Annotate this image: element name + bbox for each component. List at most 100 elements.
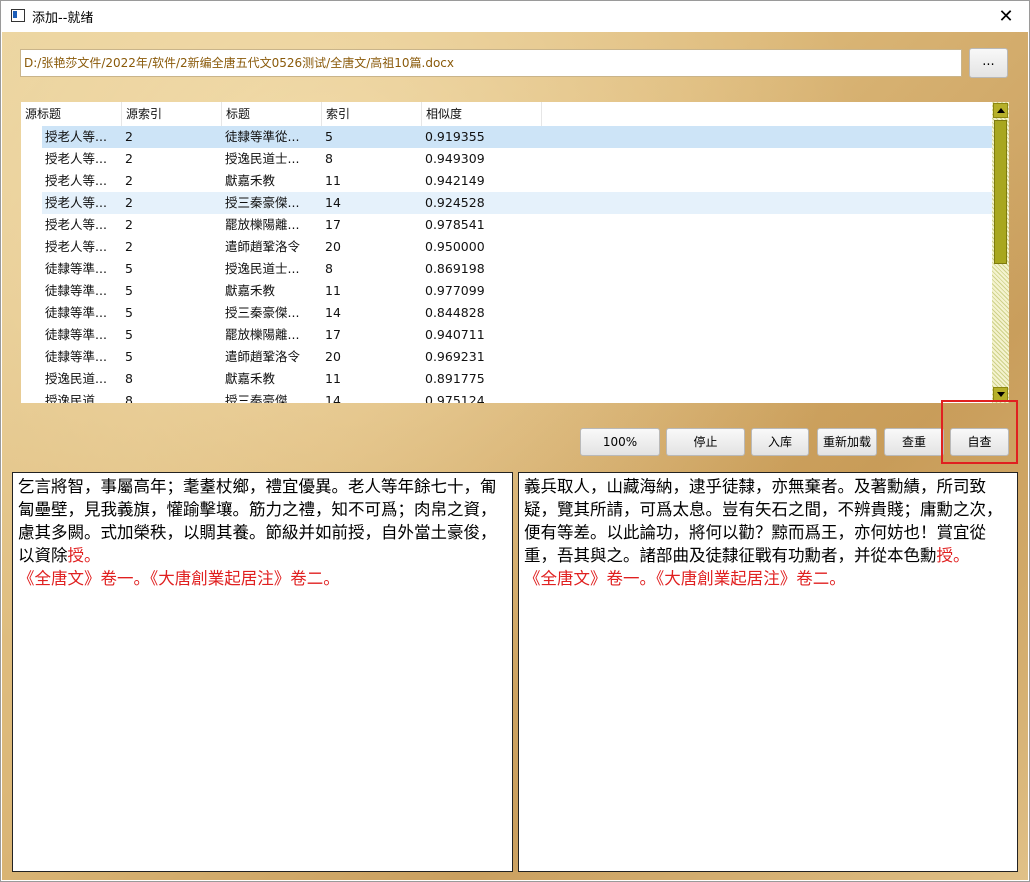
- table-row[interactable]: 徒隸等準... 5 罷放櫟陽離... 17 0.940711: [21, 324, 992, 346]
- file-path-field[interactable]: D:/张艳莎文件/2022年/软件/2新编全唐五代文0526测试/全唐文/高祖1…: [20, 49, 962, 77]
- table-cell: 徒隸等準...: [45, 327, 107, 342]
- table-cell: 授逸民道...: [45, 393, 107, 403]
- table-cell: 20: [325, 349, 341, 364]
- app-icon: [11, 9, 25, 22]
- window-title: 添加--就绪: [32, 11, 94, 26]
- table-cell: 0.969231: [425, 349, 485, 364]
- main-window: 添加--就绪 ✕ D:/张艳莎文件/2022年/软件/2新编全唐五代文0526测…: [0, 0, 1030, 882]
- table-cell: 0.978541: [425, 217, 485, 232]
- table-cell: 0.940711: [425, 327, 485, 342]
- table-row[interactable]: 徒隸等準... 5 授三秦豪傑... 14 0.844828: [21, 302, 992, 324]
- table-cell: 0.949309: [425, 151, 485, 166]
- table-cell: 5: [125, 261, 133, 276]
- table-row[interactable]: 授逸民道... 8 獻嘉禾教 11 0.891775: [21, 368, 992, 390]
- column-header-source-index[interactable]: 源索引: [122, 102, 222, 126]
- self-check-button[interactable]: 自查: [950, 428, 1009, 456]
- table-cell: 14: [325, 393, 341, 403]
- table-cell: 0.869198: [425, 261, 485, 276]
- reload-button[interactable]: 重新加载: [817, 428, 877, 456]
- right-body-text: 義兵取人，山藏海納，逮乎徒隸，亦無棄者。及著勳績，所司致疑，覽其所請，可爲太息。…: [524, 477, 1003, 565]
- result-grid: 源标题 源索引 标题 索引 相似度 授老人等... 2 徒隸等準從... 5 0.919…: [21, 102, 1009, 403]
- table-cell: 獻嘉禾教: [225, 371, 276, 386]
- table-row[interactable]: 授老人等... 2 授逸民道士... 8 0.949309: [21, 148, 992, 170]
- import-button[interactable]: 入库: [751, 428, 809, 456]
- column-header-similarity[interactable]: 相似度: [422, 102, 542, 126]
- scroll-up-icon[interactable]: [993, 103, 1008, 118]
- right-text-body: 義兵取人，山藏海納，逮乎徒隸，亦無棄者。及著勳績，所司致疑，覽其所請，可爲太息。…: [524, 475, 1012, 567]
- table-cell: 授老人等...: [45, 151, 107, 166]
- grid-scrollbar[interactable]: [992, 102, 1009, 403]
- table-cell: 0.942149: [425, 173, 485, 188]
- table-cell: 徒隸等準...: [45, 283, 107, 298]
- check-duplicate-button[interactable]: 查重: [884, 428, 944, 456]
- table-cell: 授老人等...: [45, 129, 107, 144]
- table-row[interactable]: 授老人等... 2 遣師趙鞏洛令 20 0.950000: [21, 236, 992, 258]
- column-header-index[interactable]: 索引: [322, 102, 422, 126]
- left-text-panel[interactable]: 乞言將智，事屬高年；耄耋杖鄉，禮宜優異。老人等年餘七十，匍匐壘壁，見我義旗，懽踰…: [12, 472, 513, 872]
- browse-button[interactable]: ...: [969, 48, 1008, 78]
- left-highlight-text: 授。: [67, 546, 101, 565]
- table-cell: 8: [325, 151, 333, 166]
- table-cell: 11: [325, 283, 341, 298]
- table-cell: 授老人等...: [45, 173, 107, 188]
- table-cell: 2: [125, 239, 133, 254]
- table-cell: 11: [325, 371, 341, 386]
- table-cell: 5: [125, 349, 133, 364]
- table-cell: 0.977099: [425, 283, 485, 298]
- table-cell: 0.924528: [425, 195, 485, 210]
- table-cell: 授三秦豪傑...: [225, 195, 300, 210]
- title-bar: 添加--就绪 ✕: [1, 1, 1029, 31]
- table-row[interactable]: 授老人等... 2 罷放櫟陽離... 17 0.978541: [21, 214, 992, 236]
- table-cell: 8: [125, 393, 133, 403]
- table-cell: 5: [125, 305, 133, 320]
- table-cell: 5: [125, 283, 133, 298]
- table-cell: 徒隸等準...: [45, 305, 107, 320]
- table-cell: 獻嘉禾教: [225, 173, 276, 188]
- close-icon[interactable]: ✕: [983, 1, 1029, 31]
- table-cell: 2: [125, 129, 133, 144]
- table-cell: 授逸民道士...: [225, 261, 300, 276]
- table-cell: 0.975124: [425, 393, 485, 403]
- table-cell: 授三秦豪傑...: [225, 305, 300, 320]
- client-area: D:/张艳莎文件/2022年/软件/2新编全唐五代文0526测试/全唐文/高祖1…: [2, 32, 1028, 880]
- table-cell: 0.950000: [425, 239, 485, 254]
- right-highlight-text: 授。: [936, 546, 970, 565]
- table-cell: 14: [325, 305, 341, 320]
- table-row[interactable]: 授老人等... 2 徒隸等準從... 5 0.919355: [21, 126, 992, 148]
- table-cell: 2: [125, 173, 133, 188]
- table-row[interactable]: 徒隸等準... 5 遣師趙鞏洛令 20 0.969231: [21, 346, 992, 368]
- table-cell: 0.919355: [425, 129, 485, 144]
- left-source-text: 《全唐文》卷一。《大唐創業起居注》卷二。: [18, 569, 340, 588]
- zoom-button[interactable]: 100%: [580, 428, 660, 456]
- right-source-text: 《全唐文》卷一。《大唐創業起居注》卷二。: [524, 569, 846, 588]
- column-header-title[interactable]: 标题: [222, 102, 322, 126]
- table-cell: 罷放櫟陽離...: [225, 217, 300, 232]
- table-cell: 0.844828: [425, 305, 485, 320]
- table-cell: 20: [325, 239, 341, 254]
- table-row[interactable]: 徒隸等準... 5 獻嘉禾教 11 0.977099: [21, 280, 992, 302]
- table-cell: 11: [325, 173, 341, 188]
- table-row[interactable]: 授逸民道... 8 授三秦豪傑... 14 0.975124: [21, 390, 992, 403]
- table-cell: 授老人等...: [45, 239, 107, 254]
- table-cell: 遣師趙鞏洛令: [225, 239, 301, 254]
- scroll-thumb[interactable]: [994, 120, 1007, 264]
- right-text-panel[interactable]: 義兵取人，山藏海納，逮乎徒隸，亦無棄者。及著勳績，所司致疑，覽其所請，可爲太息。…: [518, 472, 1018, 872]
- table-row[interactable]: 徒隸等準... 5 授逸民道士... 8 0.869198: [21, 258, 992, 280]
- table-row[interactable]: 授老人等... 2 授三秦豪傑... 14 0.924528: [21, 192, 992, 214]
- column-header-source-title[interactable]: 源标题: [21, 102, 122, 126]
- table-cell: 2: [125, 217, 133, 232]
- table-cell: 17: [325, 327, 341, 342]
- table-cell: 2: [125, 195, 133, 210]
- left-text-body: 乞言將智，事屬高年；耄耋杖鄉，禮宜優異。老人等年餘七十，匍匐壘壁，見我義旗，懽踰…: [18, 475, 507, 567]
- grid-header: 源标题 源索引 标题 索引 相似度: [21, 102, 992, 126]
- grid-body: 授老人等... 2 徒隸等準從... 5 0.919355 授老人等... 2 授逸民道士..…: [21, 126, 992, 403]
- scroll-down-icon[interactable]: [993, 387, 1008, 402]
- table-cell: 授老人等...: [45, 195, 107, 210]
- table-row[interactable]: 授老人等... 2 獻嘉禾教 11 0.942149: [21, 170, 992, 192]
- table-cell: 徒隸等準...: [45, 261, 107, 276]
- table-cell: 2: [125, 151, 133, 166]
- stop-button[interactable]: 停止: [666, 428, 745, 456]
- table-cell: 14: [325, 195, 341, 210]
- table-cell: 授三秦豪傑...: [225, 393, 300, 403]
- table-cell: 0.891775: [425, 371, 485, 386]
